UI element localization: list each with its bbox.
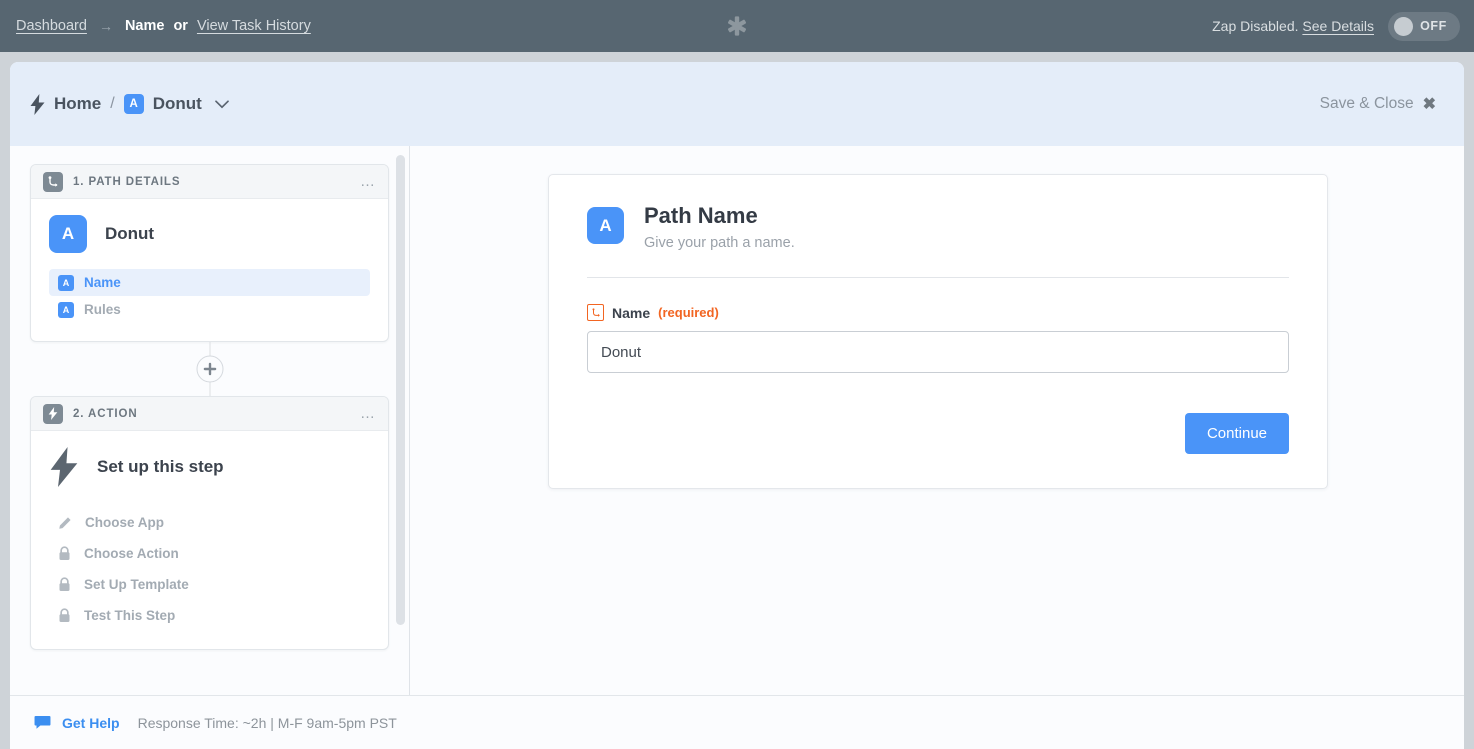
path-name-card-header: A Path Name Give your path a name. [587,203,1289,277]
save-close-label: Save & Close [1319,95,1414,112]
task-choose-app[interactable]: Choose App [49,507,370,538]
card-actions: Continue [587,413,1289,455]
plus-icon [203,362,216,376]
response-time-text: Response Time: ~2h | M-F 9am-5pm PST [137,714,397,731]
step-2-body: Set up this step Choose App Choose Actio… [31,431,388,649]
name-label-text: Name [612,304,651,321]
setup-bolt-icon [50,447,78,487]
lightning-bolt-icon [30,93,45,115]
path-name-card: A Path Name Give your path a name. Name … [548,174,1328,490]
task-test-this-step-label: Test This Step [84,608,176,623]
close-x-icon[interactable]: ✖ [1423,94,1436,114]
chat-bubble-icon [34,715,51,729]
path-name-titles: Path Name Give your path a name. [644,203,795,251]
task-choose-action[interactable]: Choose Action [49,538,370,569]
substep-name-label: Name [84,275,121,290]
breadcrumb-path-badge: A [123,94,144,114]
or-label: or [173,18,188,34]
save-and-close-button[interactable]: Save & Close ✖ [1320,94,1436,114]
task-choose-app-label: Choose App [85,515,164,530]
page-subtitle: Give your path a name. [644,235,795,252]
step-1-header: 1. PATH DETAILS … [31,165,388,199]
zap-enable-toggle[interactable]: OFF [1388,11,1460,41]
help-footer: Get Help Response Time: ~2h | M-F 9am-5p… [10,695,1464,749]
step-2-title: 2. ACTION [73,407,138,420]
step-1-app-row: A Donut [49,215,370,253]
step-2-header: 2. ACTION … [31,397,388,431]
step-1-app-badge: A [49,215,87,253]
main-path-badge: A [587,207,624,244]
dashboard-link[interactable]: Dashboard [16,18,87,34]
steps-list: 1. PATH DETAILS … A Donut A Name A Rules… [10,146,409,650]
lock-icon [59,577,70,591]
chevron-down-icon[interactable] [214,99,229,109]
pencil-icon [59,516,71,529]
substep-name[interactable]: A Name [49,269,370,296]
breadcrumb-home-link[interactable]: Home [54,94,101,114]
add-step-button[interactable] [196,355,223,383]
name-input[interactable] [587,331,1289,374]
top-bar: Dashboard → Name or View Task History Za… [0,0,1474,52]
substep-name-badge: A [58,274,74,291]
get-help-label: Get Help [62,714,120,731]
step-card-path-details[interactable]: 1. PATH DETAILS … A Donut A Name A Rules [30,164,389,342]
name-field-block: Name (required) Continue [587,278,1289,455]
substep-rules-label: Rules [84,302,121,317]
name-field-label: Name (required) [587,304,1289,322]
breadcrumb-arrow-icon: → [98,18,113,34]
breadcrumb-separator: / [110,95,115,112]
steps-sidebar: 1. PATH DETAILS … A Donut A Name A Rules… [10,146,410,749]
zap-status-area: Zap Disabled. See Details OFF [1212,0,1460,52]
step-2-menu-icon[interactable]: … [360,406,376,421]
step-1-body: A Donut A Name A Rules [31,199,388,341]
editor-panel-header: Home / A Donut Save & Close ✖ [10,62,1464,146]
task-choose-action-label: Choose Action [84,546,179,561]
step-1-menu-icon[interactable]: … [360,174,376,189]
substep-rules-badge: A [58,301,74,318]
task-set-up-template-label: Set Up Template [84,577,189,592]
top-breadcrumb: Dashboard → Name or View Task History [16,18,311,34]
name-required-text: (required) [658,305,719,321]
breadcrumb-current-step: Donut [152,94,202,113]
zap-disabled-label: Zap Disabled. [1212,18,1299,34]
step-connector [30,342,389,396]
breadcrumb: Home / A Donut [30,93,229,115]
lock-icon [59,608,70,622]
zapier-asterisk-icon[interactable] [726,15,748,37]
get-help-button[interactable]: Get Help [34,715,120,731]
continue-button[interactable]: Continue [1184,413,1289,455]
path-branch-icon [43,171,63,192]
step-1-title: 1. PATH DETAILS [73,175,181,188]
see-details-link[interactable]: See Details [1302,18,1374,34]
lock-icon [59,546,70,560]
view-task-history-link[interactable]: View Task History [197,18,311,34]
main-content: A Path Name Give your path a name. Name … [410,146,1464,749]
editor-body: 1. PATH DETAILS … A Donut A Name A Rules… [10,146,1464,749]
task-set-up-template[interactable]: Set Up Template [49,569,370,600]
task-test-this-step[interactable]: Test This Step [49,600,370,631]
editor-panel: Home / A Donut Save & Close ✖ 1. PATH DE… [10,62,1464,749]
step-1-substeps: A Name A Rules [49,269,370,323]
step-card-action[interactable]: 2. ACTION … Set up this step Choose App … [30,396,389,650]
zap-status-text: Zap Disabled. See Details [1212,18,1374,34]
substep-rules[interactable]: A Rules [49,296,370,323]
step-2-setup-row: Set up this step [49,447,370,487]
toggle-knob [1394,16,1413,36]
toggle-state-label: OFF [1420,19,1447,33]
step-2-setup-title: Set up this step [97,457,224,476]
step-2-tasks: Choose App Choose Action Set Up Template… [49,507,370,631]
zap-name-label: Name [124,18,165,34]
path-branch-icon [587,304,604,322]
lightning-bolt-icon [43,403,63,424]
step-1-app-name: Donut [105,224,155,243]
page-title: Path Name [644,203,758,228]
